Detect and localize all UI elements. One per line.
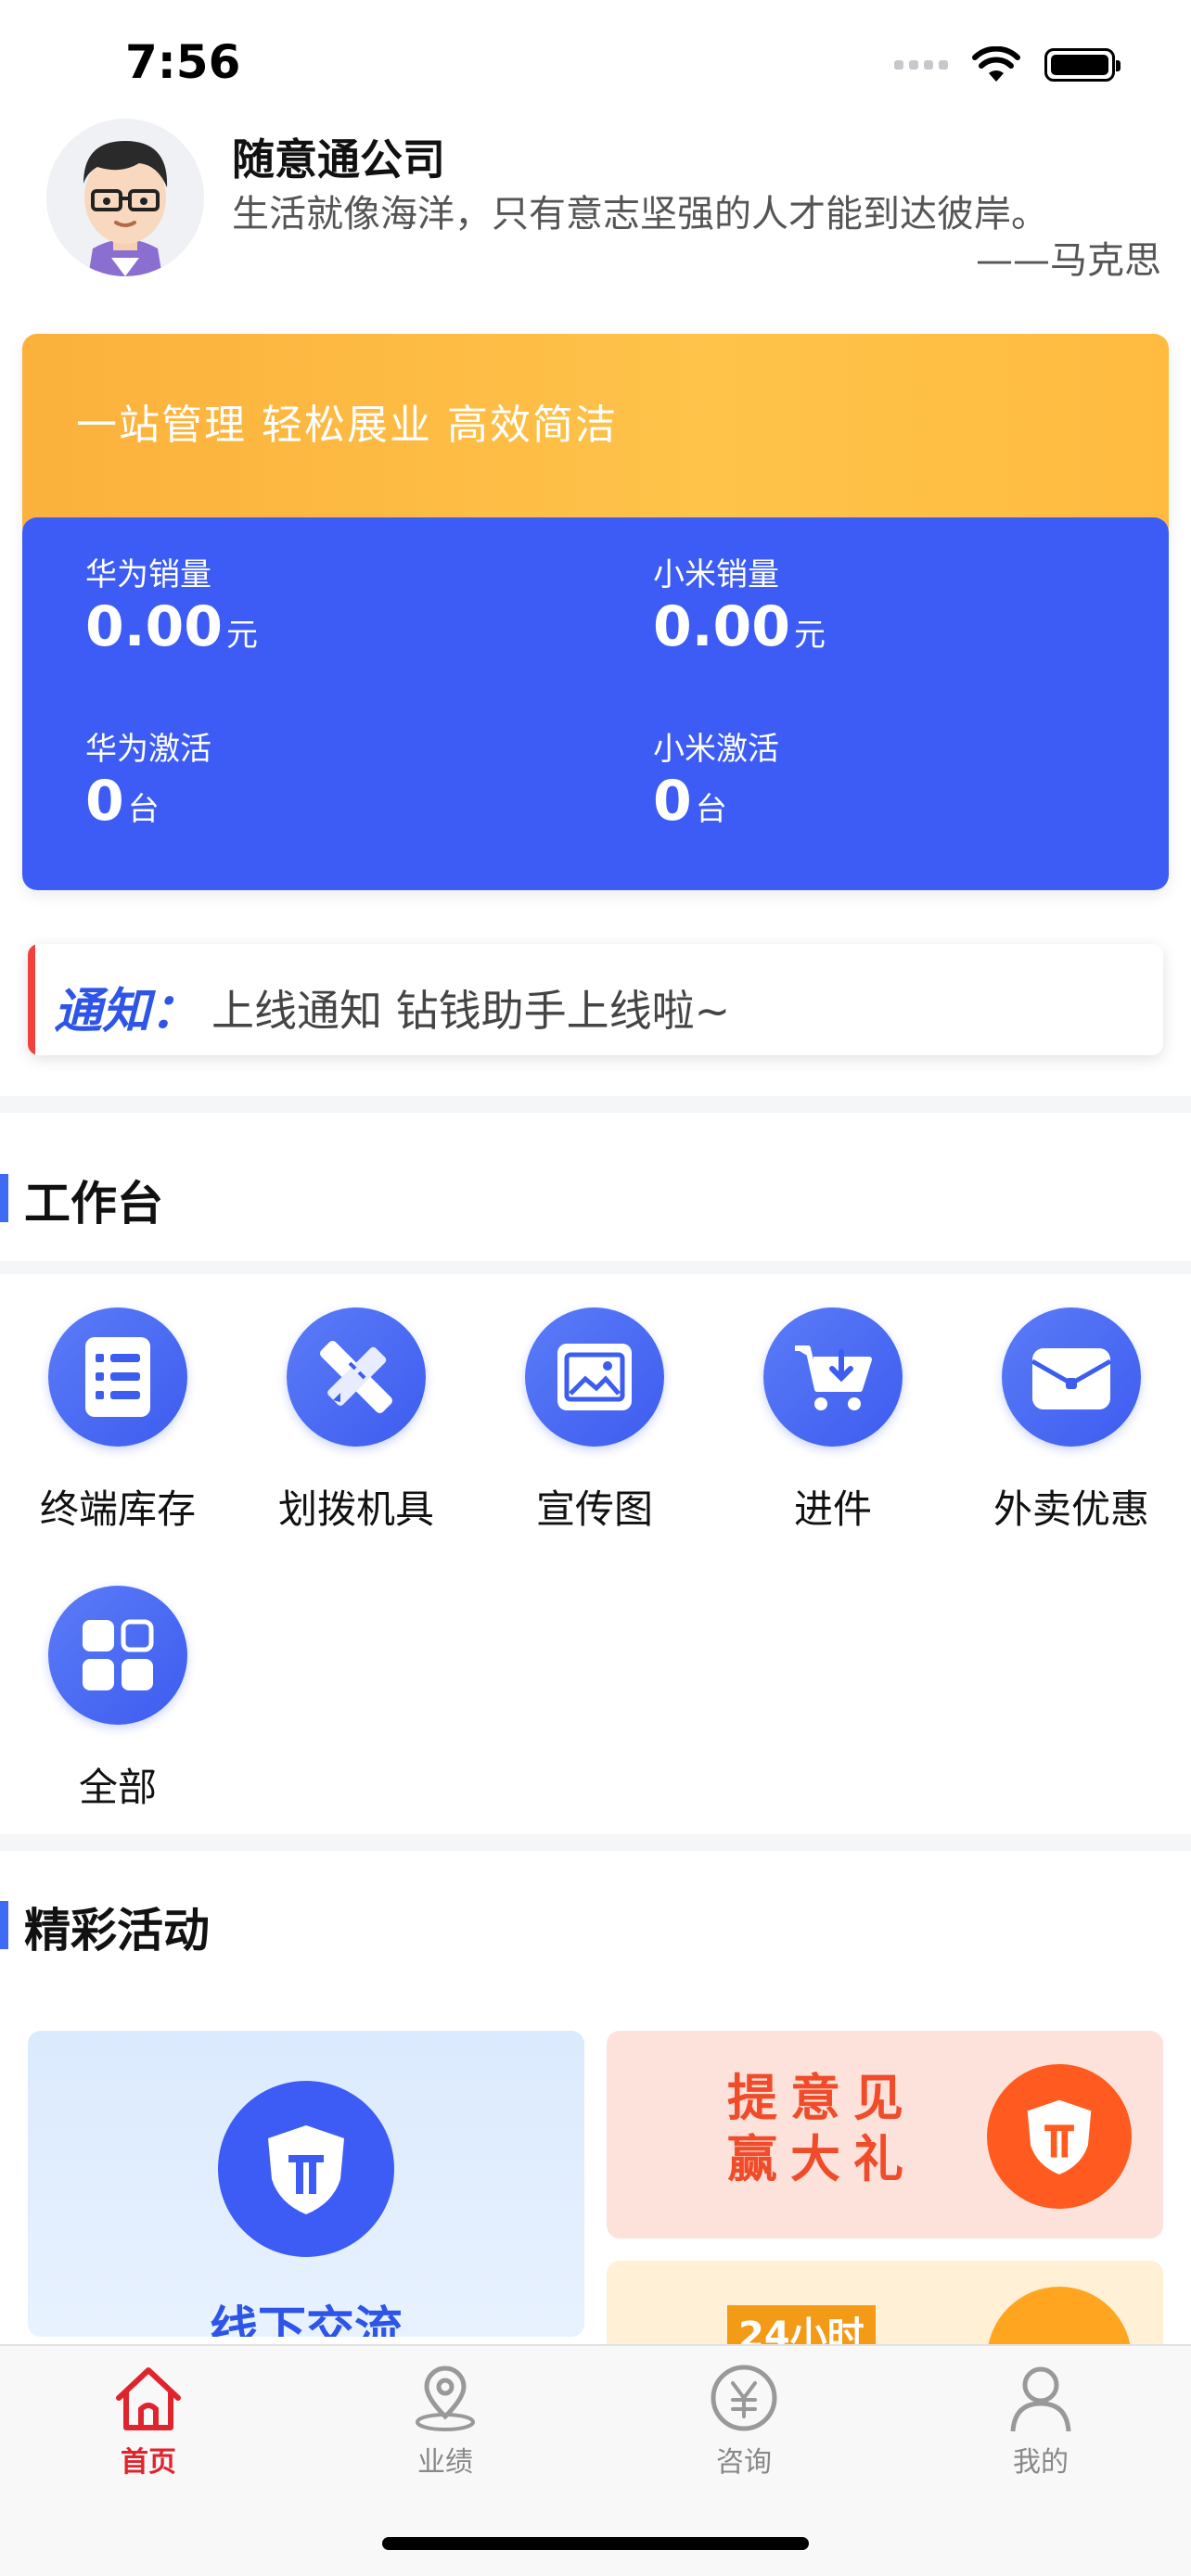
stat-value: 0.00 — [653, 594, 791, 659]
activity-offline-exchange[interactable]: 线下交流 — [28, 2031, 584, 2337]
quote-author: ——马克思 — [976, 239, 1161, 282]
stats-card: 一站管理 轻松展业 高效简洁 华为销量 0.00 元 小米销量 0.00 元 华为激… — [22, 334, 1169, 890]
stat-label: 小米销量 — [653, 556, 779, 593]
tab-mine[interactable]: 我的 — [948, 2363, 1133, 2480]
stat-huawei-sales[interactable]: 华为销量 0.00 元 — [85, 549, 258, 659]
workbench-item-all[interactable]: 全部 — [16, 1586, 220, 1813]
stat-unit: 元 — [226, 617, 259, 654]
stat-unit: 台 — [127, 791, 160, 828]
notice-accent — [28, 944, 35, 1055]
home-indicator[interactable] — [382, 2537, 809, 2550]
stat-xiaomi-sales[interactable]: 小米销量 0.00 元 — [653, 549, 826, 659]
workbench-item-transfer-devices[interactable]: 划拨机具 — [254, 1307, 458, 1535]
stat-label: 小米激活 — [653, 731, 779, 768]
motto-quote: 生活就像海洋，只有意志坚强的人才能到达彼岸。 — [232, 193, 1048, 236]
tab-label: 首页 — [121, 2446, 176, 2479]
shield-icon — [218, 2081, 394, 2257]
pencil-ruler-icon — [287, 1307, 426, 1447]
status-bar: 7:56 — [0, 0, 1191, 130]
cart-icon — [763, 1307, 903, 1447]
tab-label: 咨询 — [716, 2446, 772, 2479]
tab-consult[interactable]: 咨询 — [651, 2363, 837, 2480]
location-pin-icon — [416, 2366, 475, 2431]
tab-label: 我的 — [1013, 2446, 1069, 2479]
tab-performance[interactable]: 业绩 — [352, 2363, 538, 2480]
workbench-item-promo-image[interactable]: 宣传图 — [493, 1307, 697, 1535]
shield-icon — [987, 2064, 1132, 2209]
activities-title: 精彩活动 — [0, 1894, 210, 1960]
stat-label: 华为激活 — [85, 731, 211, 768]
notice-title: 通知： — [54, 984, 199, 1039]
slogan: 一站管理 轻松展业 高效简洁 — [76, 402, 618, 449]
slogan-banner: 一站管理 轻松展业 高效简洁 — [22, 334, 1169, 529]
workbench-item-onboarding[interactable]: 进件 — [731, 1307, 935, 1535]
image-icon — [525, 1307, 664, 1447]
status-time: 7:56 — [125, 35, 241, 89]
status-icons — [894, 46, 1121, 83]
company-name: 随意通公司 — [232, 134, 445, 185]
list-icon — [48, 1307, 187, 1447]
activity-feedback-prize[interactable]: 提意见 赢大礼 — [607, 2031, 1163, 2238]
workbench-item-takeout-deals[interactable]: 外卖优惠 — [969, 1307, 1173, 1535]
grid-icon — [48, 1586, 187, 1725]
workbench-title: 工作台 — [0, 1167, 163, 1233]
avatar[interactable] — [46, 119, 204, 276]
avatar-illustration — [46, 119, 204, 276]
battery-icon — [1044, 48, 1121, 82]
wallet-icon — [1002, 1307, 1141, 1447]
section-divider — [0, 1096, 1191, 1113]
workbench-item-label: 全部 — [78, 1765, 157, 1810]
workbench-item-label: 划拨机具 — [277, 1486, 434, 1532]
stat-value: 0.00 — [85, 594, 224, 659]
person-icon — [1010, 2366, 1071, 2432]
workbench-item-label: 外卖优惠 — [992, 1486, 1149, 1532]
stat-value: 0 — [653, 769, 692, 834]
stat-unit: 元 — [794, 617, 826, 654]
stats-panel: 华为销量 0.00 元 小米销量 0.00 元 华为激活 0台 小米激活 0台 — [22, 517, 1169, 890]
stat-xiaomi-activation[interactable]: 小米激活 0台 — [653, 723, 779, 834]
signal-icon — [894, 60, 948, 70]
workbench-item-label: 终端库存 — [39, 1486, 196, 1532]
notice-text: 上线通知 钻钱助手上线啦~ — [211, 986, 731, 1036]
section-divider — [0, 1834, 1191, 1851]
notice-bar[interactable]: 通知： 上线通知 钻钱助手上线啦~ — [28, 944, 1163, 1055]
stat-label: 华为销量 — [85, 556, 211, 593]
workbench-item-label: 进件 — [793, 1486, 872, 1532]
workbench-item-terminal-stock[interactable]: 终端库存 — [16, 1307, 220, 1535]
tab-label: 业绩 — [417, 2446, 473, 2479]
activity-title: 提意见 赢大礼 — [727, 2069, 916, 2188]
profile-header: 随意通公司 生活就像海洋，只有意志坚强的人才能到达彼岸。 ——马克思 — [0, 111, 1191, 282]
stat-value: 0 — [85, 769, 124, 834]
stat-huawei-activation[interactable]: 华为激活 0台 — [85, 723, 211, 834]
stat-unit: 台 — [695, 791, 727, 828]
home-icon — [116, 2367, 181, 2430]
activity-title: 线下交流 — [209, 2302, 403, 2337]
wifi-icon — [972, 46, 1020, 82]
workbench-item-label: 宣传图 — [535, 1486, 653, 1532]
yuan-icon — [711, 2365, 777, 2431]
section-divider — [0, 1261, 1191, 1274]
tab-home[interactable]: 首页 — [56, 2363, 241, 2480]
